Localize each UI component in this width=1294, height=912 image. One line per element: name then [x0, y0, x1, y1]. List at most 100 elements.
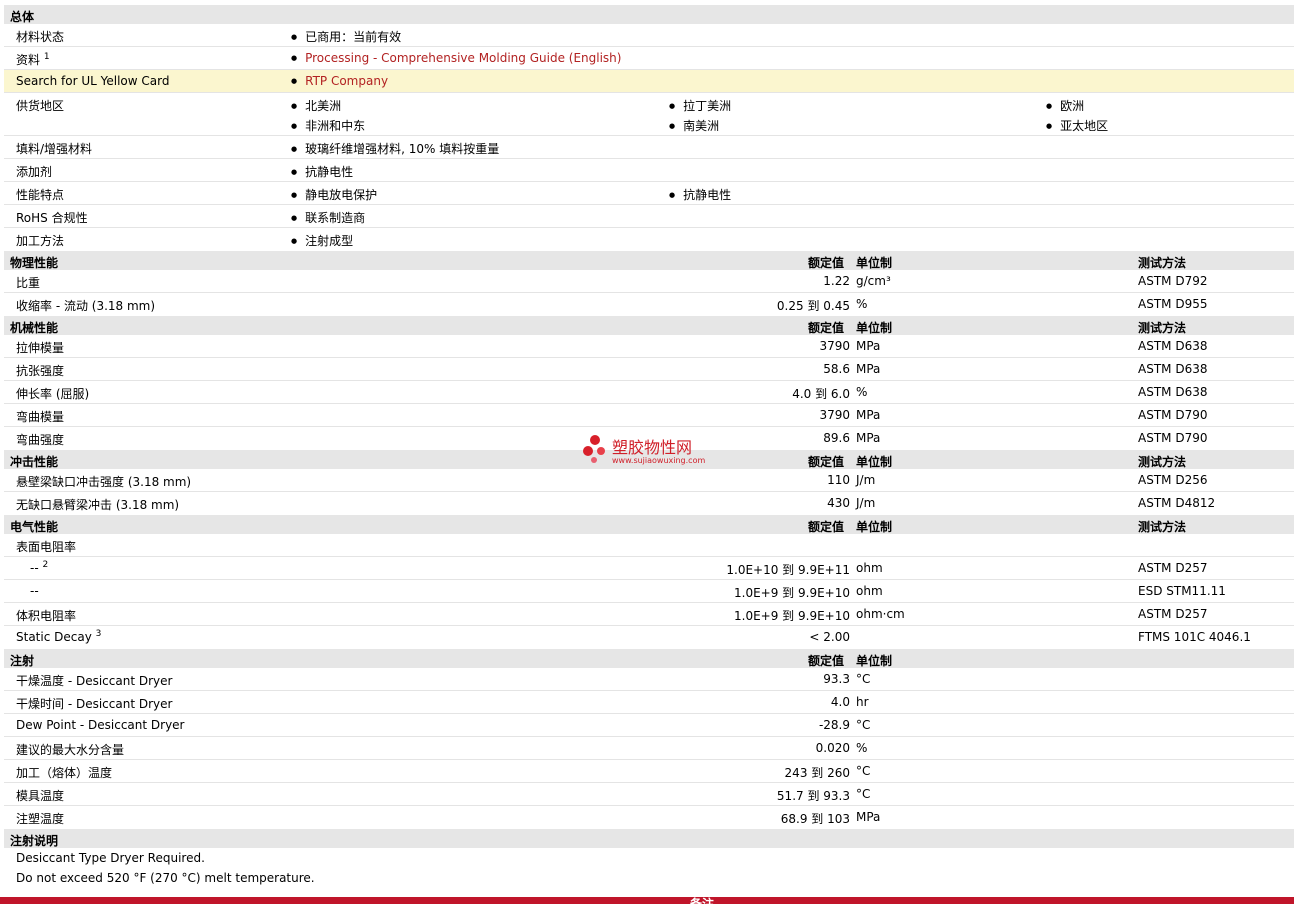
watermark-text: 塑胶物性网 — [612, 438, 693, 457]
section-title: 物理性能 — [10, 256, 59, 270]
header-unit: 单位制 — [856, 654, 893, 668]
row-value: 58.6 — [823, 362, 850, 376]
section-electrical: 电气性能 额定值 单位制 测试方法 — [4, 514, 1294, 534]
row-unit: g/cm³ — [856, 274, 891, 288]
table-row: 悬壁梁缺口冲击强度 (3.18 mm) 110 J/m ASTM D256 — [4, 469, 1294, 492]
table-row: 弯曲模量 3790 MPa ASTM D790 — [4, 404, 1294, 427]
section-title: 冲击性能 — [10, 455, 59, 469]
row-label: 加工方法 — [16, 234, 65, 248]
row-value: 0.020 — [815, 741, 850, 755]
section-title: 注射说明 — [10, 834, 59, 848]
row-surface-sub-1: -- 2 1.0E+10 到 9.9E+11 ohm ASTM D257 — [4, 557, 1294, 580]
row-test: ESD STM11.11 — [1138, 584, 1226, 598]
region-item: 北美洲 — [292, 97, 341, 114]
processing-guide-link[interactable]: Processing - Comprehensive Molding Guide… — [305, 51, 621, 65]
row-value: 4.0 到 6.0 — [792, 387, 850, 401]
feature-item: 抗静电性 — [670, 186, 731, 203]
section-physical: 物理性能 额定值 单位制 测试方法 — [4, 250, 1294, 270]
table-row: 伸长率 (屈服) 4.0 到 6.0% ASTM D638 — [4, 381, 1294, 404]
note-line: Desiccant Type Dryer Required. — [16, 851, 205, 865]
row-unit: % — [856, 297, 868, 311]
row-unit: ohm — [856, 561, 883, 575]
header-unit: 单位制 — [856, 455, 893, 469]
row-unit: MPa — [856, 362, 881, 376]
row-value: 已商用：当前有效 — [292, 28, 401, 45]
row-value: 243 到 260 — [784, 766, 850, 780]
row-label: 注塑温度 — [16, 812, 65, 826]
row-unit: MPa — [856, 431, 881, 445]
row-label: 干燥时间 - Desiccant Dryer — [16, 697, 173, 711]
row-value: 1.0E+9 到 9.9E+10 — [734, 586, 850, 600]
row-label: 悬壁梁缺口冲击强度 (3.18 mm) — [16, 475, 192, 489]
row-test: ASTM D790 — [1138, 431, 1208, 445]
header-test: 测试方法 — [1138, 455, 1187, 469]
row-value: 3790 — [819, 339, 850, 353]
row-unit: MPa — [856, 810, 881, 824]
section-title: 机械性能 — [10, 321, 59, 335]
row-unit: °C — [856, 764, 871, 778]
rtp-company-link[interactable]: RTP Company — [305, 74, 388, 88]
header-unit: 单位制 — [856, 256, 893, 270]
row-surface-sub-2: -- 1.0E+9 到 9.9E+10 ohm ESD STM11.11 — [4, 580, 1294, 603]
row-value: 玻璃纤维增强材料, 10% 填料按重量 — [292, 140, 499, 157]
row-value: 89.6 — [823, 431, 850, 445]
section-mechanical: 机械性能 额定值 单位制 测试方法 — [4, 315, 1294, 335]
row-unit: ohm — [856, 584, 883, 598]
row-test: ASTM D257 — [1138, 561, 1208, 575]
impact-rows: 悬壁梁缺口冲击强度 (3.18 mm) 110 J/m ASTM D256 无缺口悬臂梁… — [4, 469, 1294, 514]
row-test: ASTM D638 — [1138, 362, 1208, 376]
header-nominal: 额定值 — [808, 520, 845, 534]
row-value: 4.0 — [830, 695, 850, 709]
row-surface-resistivity: 表面电阻率 — [4, 534, 1294, 557]
table-row: 干燥温度 - Desiccant Dryer 93.3 °C — [4, 668, 1294, 691]
rtp-company-link-item: RTP Company — [292, 74, 388, 88]
row-value: 1.0E+9 到 9.9E+10 — [734, 609, 850, 623]
header-nominal: 额定值 — [808, 256, 845, 270]
row-unit: J/m — [856, 496, 876, 510]
row-test: ASTM D257 — [1138, 607, 1208, 621]
row-value: 430 — [827, 496, 850, 510]
row-documents: 资料 1 Processing - Comprehensive Molding … — [4, 47, 1294, 70]
row-label: 干燥温度 - Desiccant Dryer — [16, 674, 173, 688]
row-label: 材料状态 — [16, 30, 65, 44]
row-label: 比重 — [16, 276, 41, 290]
row-value: 抗静电性 — [292, 163, 353, 180]
header-test: 测试方法 — [1138, 256, 1187, 270]
row-supply-regions: 供货地区 北美洲 拉丁美洲 欧洲 非洲和中东 南美洲 亚太地区 — [4, 93, 1294, 136]
note-line: Do not exceed 520 °F (270 °C) melt tempe… — [16, 871, 315, 885]
row-label: 资料 1 — [16, 52, 50, 67]
header-nominal: 额定值 — [808, 455, 845, 469]
row-test: ASTM D4812 — [1138, 496, 1216, 510]
row-value: < 2.00 — [809, 630, 850, 644]
row-unit: °C — [856, 718, 871, 732]
row-test: ASTM D638 — [1138, 339, 1208, 353]
row-value: 1.0E+10 到 9.9E+11 — [726, 563, 850, 577]
row-unit: MPa — [856, 339, 881, 353]
region-item: 拉丁美洲 — [670, 97, 731, 114]
row-label: 模具温度 — [16, 789, 65, 803]
row-label: 收缩率 - 流动 (3.18 mm) — [16, 299, 156, 313]
watermark-url: www.sujiaowuxing.com — [612, 456, 706, 465]
table-row: Dew Point - Desiccant Dryer -28.9 °C — [4, 714, 1294, 737]
header-test: 测试方法 — [1138, 321, 1187, 335]
section-injection-notes: 注射说明 — [4, 828, 1294, 848]
table-row: 无缺口悬臂梁冲击 (3.18 mm) 430 J/m ASTM D4812 — [4, 492, 1294, 514]
table-row: 拉伸模量 3790 MPa ASTM D638 — [4, 335, 1294, 358]
section-injection: 注射 额定值 单位制 — [4, 648, 1294, 668]
row-value: 51.7 到 93.3 — [776, 789, 850, 803]
row-test: ASTM D792 — [1138, 274, 1208, 288]
table-row: 加工（熔体）温度 243 到 260 °C — [4, 760, 1294, 783]
row-test: ASTM D790 — [1138, 408, 1208, 422]
section-title: 注射 — [10, 654, 35, 668]
row-value: 注射成型 — [292, 232, 353, 249]
table-row: 收缩率 - 流动 (3.18 mm) 0.25 到 0.45% ASTM D955 — [4, 293, 1294, 315]
injection-rows: 干燥温度 - Desiccant Dryer 93.3 °C 干燥时间 - Desic… — [4, 668, 1294, 828]
row-value: 3790 — [819, 408, 850, 422]
row-ul-yellow-card: Search for UL Yellow Card RTP Company — [4, 70, 1294, 93]
section-general: 总体 — [4, 4, 1294, 24]
row-label: 伸长率 (屈服) — [16, 387, 90, 401]
watermark-logo: 塑胶物性网 www.sujiaowuxing.com — [582, 432, 722, 472]
row-test: ASTM D638 — [1138, 385, 1208, 399]
row-value: 110 — [827, 473, 850, 487]
header-nominal: 额定值 — [808, 654, 845, 668]
